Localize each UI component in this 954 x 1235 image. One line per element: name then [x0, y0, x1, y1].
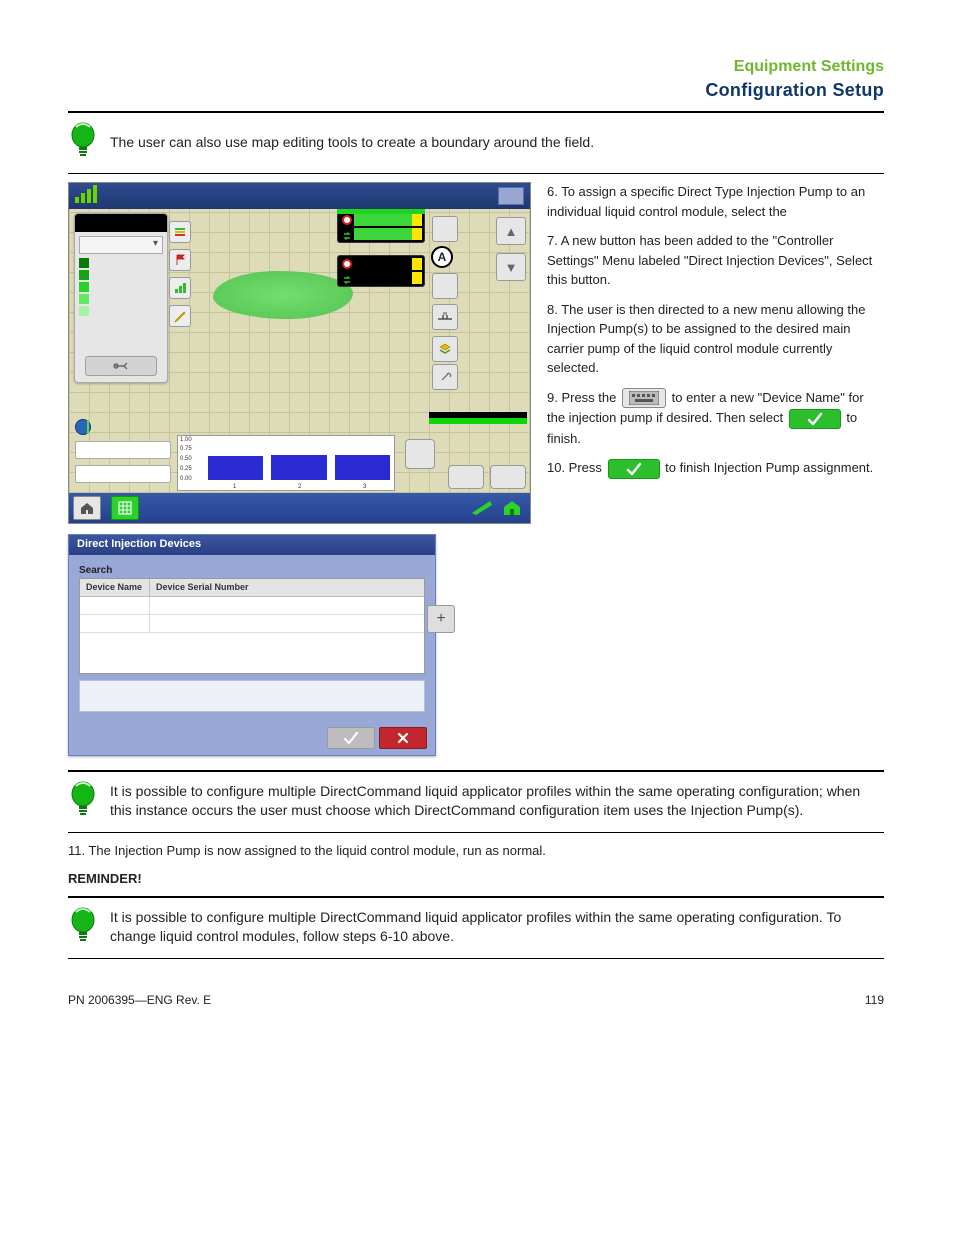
chart-button[interactable] — [169, 277, 191, 299]
map-tools — [169, 221, 195, 333]
cycle-icon — [342, 229, 352, 239]
dialog-title: Direct Injection Devices — [69, 535, 435, 555]
search-label: Search — [79, 565, 425, 576]
rate-readouts — [337, 211, 425, 299]
boom-status — [429, 412, 527, 424]
coverage-area — [213, 271, 353, 319]
injection-devices-dialog: Direct Injection Devices Search Device N… — [68, 534, 436, 756]
lightbulb-icon — [68, 121, 98, 163]
bottom-nav — [69, 493, 530, 523]
keyboard-icon — [622, 388, 666, 408]
add-device-button[interactable]: + — [427, 605, 455, 633]
legend-swatches — [79, 258, 163, 316]
map-screenshot: A M ▲ ▼ 1.00 0.75 0.50 0.25 0.00 — [68, 182, 531, 524]
dialog-ok-button[interactable] — [327, 727, 375, 749]
tip-2-text: It is possible to configure multiple Dir… — [110, 782, 884, 820]
home-status-icon[interactable] — [498, 495, 526, 519]
divider — [68, 832, 884, 833]
wrench-button[interactable] — [432, 364, 458, 390]
legend-dropdown[interactable] — [79, 236, 163, 254]
zoom-controls: ▲ ▼ — [496, 217, 526, 289]
footer-ref: PN 2006395—ENG Rev. E — [68, 993, 211, 1007]
footer-page: 119 — [865, 993, 884, 1007]
globe-icon[interactable] — [75, 419, 91, 435]
home-button[interactable] — [73, 496, 101, 520]
device-description — [79, 680, 425, 712]
divider — [68, 896, 884, 898]
target-icon — [342, 259, 352, 269]
up-button[interactable]: ▲ — [496, 217, 526, 245]
legend-panel — [74, 213, 168, 383]
lightbulb-icon — [68, 780, 98, 822]
info-fields — [75, 441, 171, 489]
aux-button-1[interactable] — [432, 216, 458, 242]
col-device-name: Device Name — [80, 579, 150, 596]
tip-3-text: It is possible to configure multiple Dir… — [110, 908, 884, 946]
target-icon — [342, 215, 352, 225]
map-layers-button[interactable] — [432, 336, 458, 362]
aux-button-2[interactable] — [432, 273, 458, 299]
down-button[interactable]: ▼ — [496, 253, 526, 281]
lightbulb-icon — [68, 906, 98, 948]
tip-1: The user can also use map editing tools … — [68, 117, 884, 169]
bar-1 — [208, 456, 263, 480]
table-row[interactable] — [80, 597, 424, 615]
header-title: Configuration Setup — [68, 80, 884, 101]
svg-text:M: M — [443, 312, 447, 317]
tip-2: It is possible to configure multiple Dir… — [68, 776, 884, 828]
panel-button-2[interactable] — [448, 465, 484, 489]
tip-1-text: The user can also use map editing tools … — [110, 133, 594, 152]
rate-bar-chart: 1.00 0.75 0.50 0.25 0.00 1 2 3 — [177, 435, 395, 491]
legend-settings-button[interactable] — [85, 356, 157, 376]
col-device-serial: Device Serial Number — [150, 579, 424, 596]
header-subtitle: Equipment Settings — [68, 58, 884, 76]
devices-table: Device Name Device Serial Number — [79, 578, 425, 674]
implement-icon[interactable] — [468, 495, 496, 519]
divider — [68, 770, 884, 772]
pen-button[interactable] — [169, 305, 191, 327]
instruction-text: 6. To assign a specific Direct Type Inje… — [547, 178, 884, 489]
reminder-label: REMINDER! — [68, 869, 884, 889]
bar-2 — [271, 455, 326, 480]
table-row[interactable] — [80, 615, 424, 633]
dialog-cancel-button[interactable] — [379, 727, 427, 749]
ok-button-inline — [608, 459, 660, 479]
divider — [68, 173, 884, 174]
divider — [68, 958, 884, 959]
app-titlebar — [69, 183, 530, 209]
bar-3 — [335, 455, 390, 480]
aux-buttons: A M — [431, 215, 487, 391]
ok-button-inline — [789, 409, 841, 429]
divider — [68, 111, 884, 113]
tip-3: It is possible to configure multiple Dir… — [68, 902, 884, 954]
autosteer-a-icon[interactable]: A — [431, 246, 453, 268]
step-11: 11. The Injection Pump is now assigned t… — [68, 841, 884, 861]
flag-button[interactable] — [169, 249, 191, 271]
signal-icon — [75, 185, 105, 203]
rate-readout-1[interactable] — [337, 211, 425, 243]
map-view-button[interactable] — [111, 496, 139, 520]
legend-header — [75, 214, 167, 232]
rate-readout-2[interactable] — [337, 255, 425, 287]
info-field-2 — [75, 465, 171, 483]
info-field-1 — [75, 441, 171, 459]
layers-button[interactable] — [169, 221, 191, 243]
panel-button-3[interactable] — [490, 465, 526, 489]
page-footer: PN 2006395—ENG Rev. E 119 — [68, 993, 884, 1007]
cycle-icon — [342, 273, 352, 283]
section-button[interactable]: M — [432, 304, 458, 330]
panel-button-1[interactable] — [405, 439, 435, 469]
